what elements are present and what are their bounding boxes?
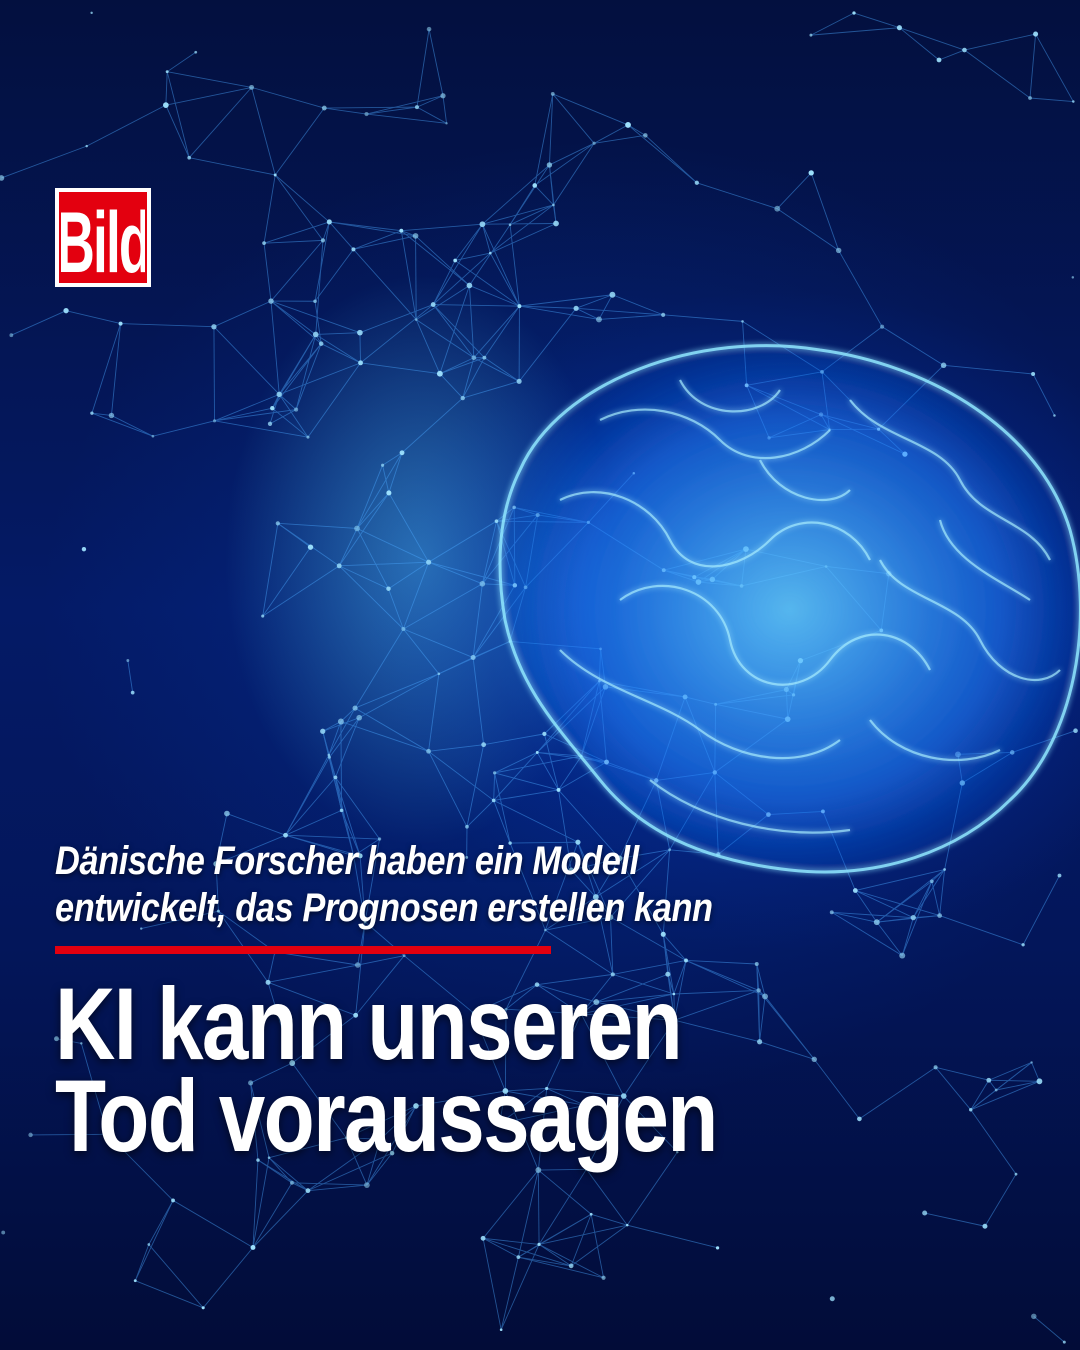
headline: KI kann unseren Tod voraussagen [55, 967, 793, 1173]
subline-text: Dänische Forscher haben ein Modell entwi… [55, 838, 812, 932]
red-divider [55, 946, 551, 954]
headline-line-2: Tod voraussagen [55, 1059, 718, 1173]
bild-logo-icon: Bild [61, 195, 145, 282]
post-canvas: Bild Dänische Forscher haben ein Modell … [0, 0, 1080, 1350]
subline-line-1: Dänische Forscher haben ein Modell [55, 839, 639, 883]
bild-logo: Bild [55, 188, 151, 287]
svg-text:Bild: Bild [61, 195, 145, 282]
subline-line-2: entwickelt, das Prognosen erstellen kann [55, 886, 713, 930]
headline-line-1: KI kann unseren [55, 967, 683, 1081]
